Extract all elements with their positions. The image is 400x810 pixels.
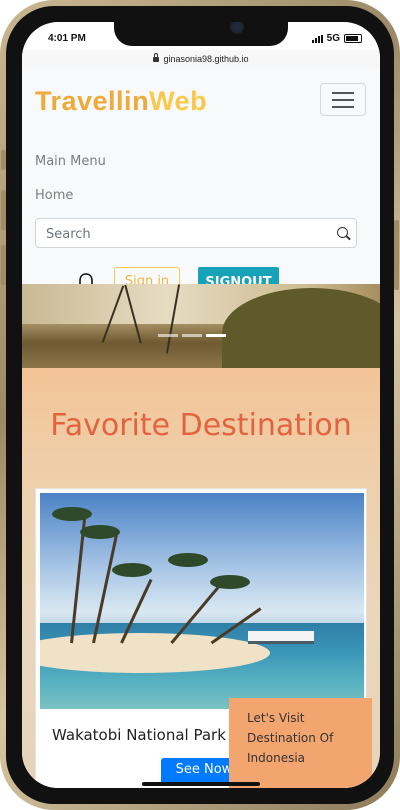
carousel-indicator-active[interactable] — [206, 334, 226, 337]
mute-switch — [1, 150, 6, 170]
front-camera-icon — [232, 22, 242, 32]
destination-image — [40, 493, 364, 709]
brand-part-2: Web — [149, 86, 208, 116]
phone-screen: 4:01 PM 5G ginasonia98.github.io Travell… — [22, 22, 380, 788]
navbar: TravellinWeb Main Menu Home Sign in SIGN… — [22, 68, 380, 298]
signal-icon — [311, 34, 323, 43]
hero-carousel — [22, 284, 380, 368]
home-indicator[interactable] — [142, 782, 260, 786]
promo-banner[interactable]: Let's Visit Destination Of Indonesia — [229, 698, 372, 788]
browser-address-bar[interactable]: ginasonia98.github.io — [22, 50, 380, 68]
volume-up-button — [1, 190, 6, 230]
nav-link-home[interactable]: Home — [35, 188, 73, 203]
network-type: 5G — [326, 33, 340, 44]
search-field[interactable] — [35, 218, 357, 249]
carousel-indicators — [158, 334, 226, 337]
search-input[interactable] — [36, 219, 338, 249]
brand-part-1: Travellin — [35, 86, 150, 116]
destination-name: Wakatobi National Park — [52, 726, 226, 744]
nav-link-main-menu[interactable]: Main Menu — [35, 154, 106, 169]
search-icon[interactable] — [337, 227, 348, 238]
battery-icon — [344, 34, 362, 43]
notch — [114, 22, 288, 46]
brand-logo[interactable]: TravellinWeb — [35, 86, 207, 117]
url-text: ginasonia98.github.io — [163, 54, 249, 64]
power-button — [394, 220, 399, 290]
menu-toggle-button[interactable] — [320, 83, 366, 116]
volume-down-button — [1, 245, 6, 285]
status-time: 4:01 PM — [48, 33, 86, 44]
carousel-indicator[interactable] — [182, 334, 202, 337]
status-indicators: 5G — [311, 33, 362, 44]
section-title: Favorite Destination — [50, 408, 352, 443]
carousel-indicator[interactable] — [158, 334, 178, 337]
lock-icon — [153, 53, 160, 62]
